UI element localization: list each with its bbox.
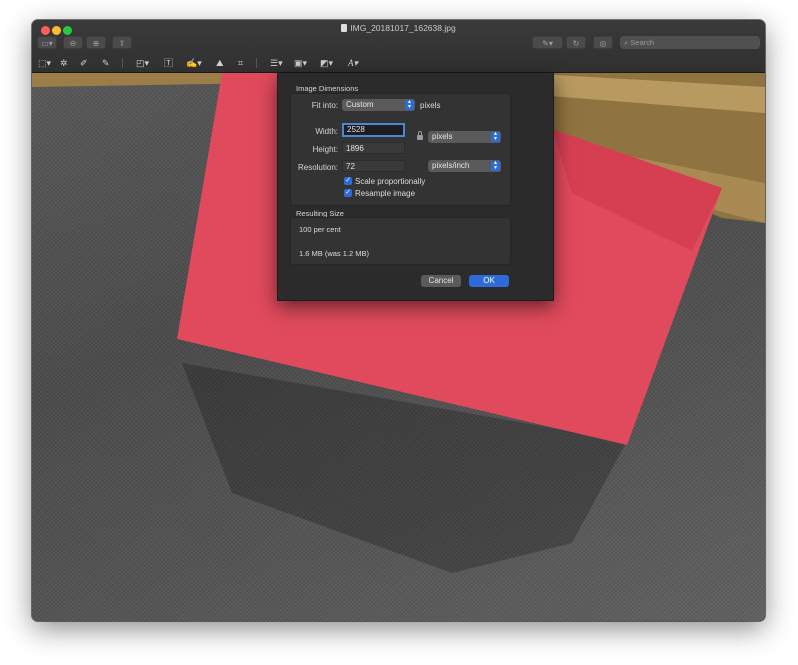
resulting-filesize: 1.6 MB (was 1.2 MB) bbox=[299, 249, 370, 258]
height-label: Height: bbox=[312, 145, 338, 154]
markup-pen-icon: ✎▾ bbox=[542, 39, 553, 48]
adjust-size-dialog: Image Dimensions Fit into: Custom ▴ ▾ pix… bbox=[277, 73, 554, 301]
size-unit-value: pixels bbox=[432, 132, 453, 141]
annotate-button[interactable]: ◎ bbox=[593, 36, 613, 49]
zoom-in-button[interactable]: ⊕ bbox=[86, 36, 106, 49]
sign-icon[interactable]: ✍▾ bbox=[186, 57, 202, 69]
markup-button[interactable]: ✎▾ bbox=[532, 36, 563, 49]
rotate-button[interactable]: ↻ bbox=[566, 36, 586, 49]
title-toolbar: IMG_20181017_162638.jpg ▭▾ ⊖ ⊕ ⇪ ✎▾ ↻ ◎ … bbox=[32, 20, 765, 73]
magic-wand-icon[interactable]: ✲ bbox=[60, 57, 68, 69]
preview-window: IMG_20181017_162638.jpg ▭▾ ⊖ ⊕ ⇪ ✎▾ ↻ ◎ … bbox=[32, 20, 765, 621]
rotate-icon: ↻ bbox=[572, 39, 580, 48]
text-icon[interactable]: 🅃 bbox=[164, 57, 173, 69]
fit-into-value: Custom bbox=[346, 100, 374, 109]
share-icon: ⇪ bbox=[118, 39, 126, 48]
zoom-out-icon: ⊖ bbox=[69, 39, 77, 48]
resample-image-checkbox[interactable]: ✓ bbox=[344, 189, 352, 197]
resolution-label: Resolution: bbox=[297, 163, 338, 172]
fit-into-label: Fit into: bbox=[311, 101, 338, 110]
resolution-unit-value: pixels/inch bbox=[432, 161, 470, 170]
rect-select-icon[interactable]: ⬚▾ bbox=[38, 57, 51, 69]
draw-icon[interactable]: ✎ bbox=[102, 57, 110, 69]
image-dimensions-title: Image Dimensions bbox=[296, 84, 359, 93]
adjust-color-icon[interactable]: ⛰ bbox=[216, 57, 224, 69]
fit-into-unit: pixels bbox=[420, 101, 441, 110]
crop-icon[interactable]: ⌗ bbox=[238, 57, 243, 69]
sketch-icon[interactable]: ✐ bbox=[80, 57, 88, 69]
height-field[interactable]: 1896 bbox=[342, 142, 405, 154]
window-title-text: IMG_20181017_162638.jpg bbox=[350, 23, 456, 33]
border-color-icon[interactable]: ▣▾ bbox=[294, 57, 307, 69]
resolution-unit-popup[interactable]: pixels/inch ▴ ▾ bbox=[428, 160, 501, 172]
ok-button[interactable]: OK bbox=[469, 275, 509, 287]
share-button[interactable]: ⇪ bbox=[112, 36, 132, 49]
resulting-percent: 100 per cent bbox=[299, 225, 341, 234]
zoom-in-icon: ⊕ bbox=[92, 39, 100, 48]
chevron-updown-icon: ▴ ▾ bbox=[491, 131, 500, 142]
resolution-field[interactable]: 72 bbox=[342, 160, 405, 172]
width-label: Width: bbox=[315, 127, 338, 136]
chevron-updown-icon: ▴ ▾ bbox=[491, 160, 500, 171]
width-field[interactable]: 2528 bbox=[342, 123, 405, 137]
line-style-icon[interactable]: ☰▾ bbox=[270, 57, 283, 69]
resample-image-label: Resample image bbox=[355, 189, 416, 198]
image-canvas: 8 Image Dimensions Fit into: Custom ▴▾ p… bbox=[32, 73, 765, 621]
search-placeholder: Search bbox=[630, 38, 655, 47]
zoom-out-button[interactable]: ⊖ bbox=[63, 36, 83, 49]
document-icon bbox=[341, 24, 348, 32]
sidebar-icon: ▭▾ bbox=[41, 39, 53, 48]
cancel-button[interactable]: Cancel bbox=[421, 275, 461, 287]
search-field[interactable]: ⌕ Search bbox=[620, 36, 760, 49]
sidebar-toggle-button[interactable]: ▭▾ bbox=[37, 36, 57, 49]
annotate-icon: ◎ bbox=[599, 39, 607, 48]
text-style-icon[interactable]: A▾ bbox=[348, 57, 358, 69]
size-unit-popup[interactable]: pixels ▴ ▾ bbox=[428, 131, 501, 143]
window-title: IMG_20181017_162638.jpg bbox=[32, 23, 765, 33]
scale-proportionally-label: Scale proportionally bbox=[355, 177, 426, 186]
search-icon: ⌕ bbox=[624, 38, 629, 47]
shapes-icon[interactable]: ◰▾ bbox=[136, 57, 149, 69]
fit-into-popup[interactable]: Custom ▴ ▾ bbox=[342, 99, 415, 111]
chevron-updown-icon: ▴ ▾ bbox=[405, 99, 414, 110]
scale-proportionally-checkbox[interactable]: ✓ bbox=[344, 177, 352, 185]
lock-icon[interactable] bbox=[417, 131, 423, 140]
fill-color-icon[interactable]: ◩▾ bbox=[320, 57, 333, 69]
